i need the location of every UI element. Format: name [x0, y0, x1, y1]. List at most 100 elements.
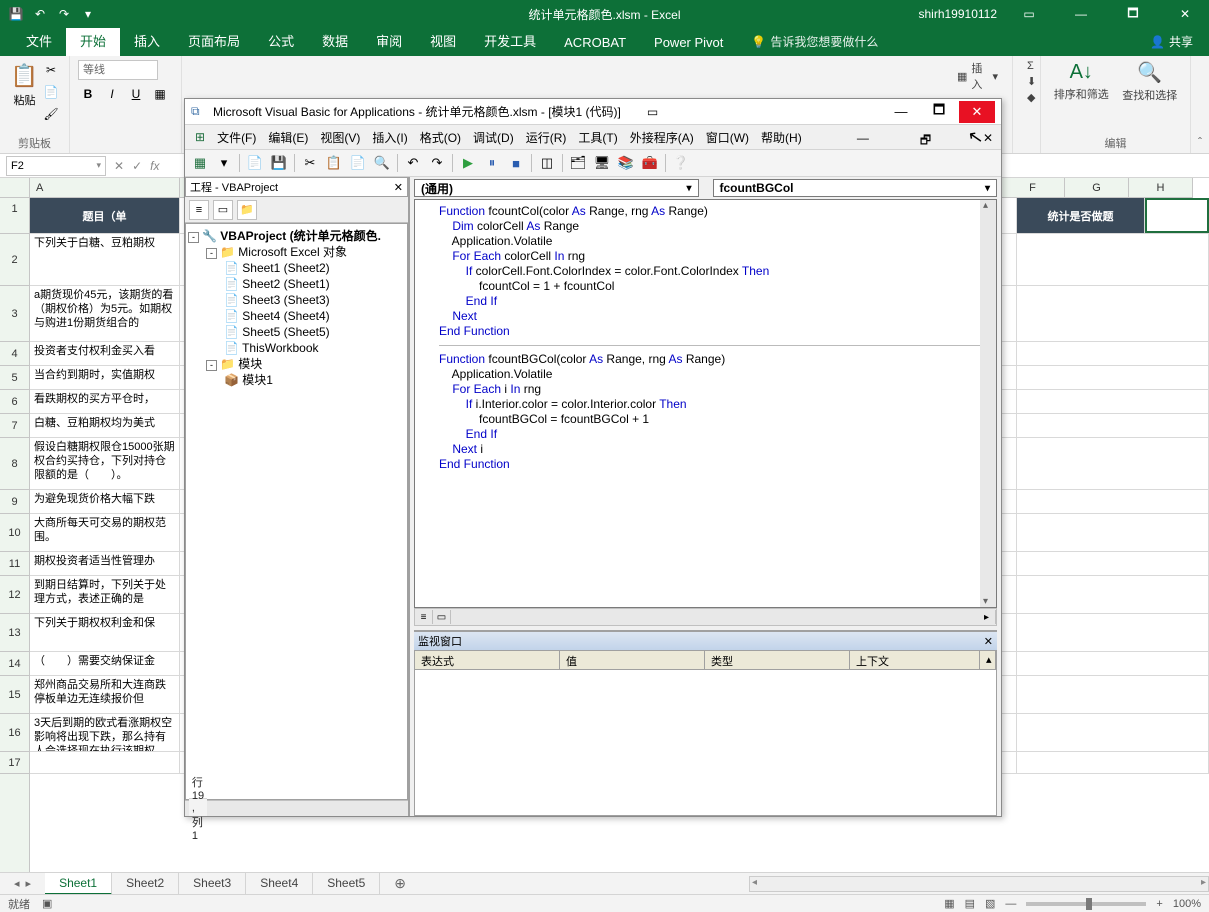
- maximize-icon[interactable]: 🗖: [1113, 0, 1153, 28]
- copy-icon[interactable]: 📄: [41, 82, 61, 102]
- sheet-tab[interactable]: Sheet5: [313, 873, 380, 895]
- sheet-nav-last-icon[interactable]: ▸: [26, 877, 32, 890]
- tab-insert[interactable]: 插入: [120, 25, 174, 56]
- vbe-mdi-icon[interactable]: ▭: [647, 105, 658, 119]
- collapse-ribbon-icon[interactable]: ˆ: [1198, 135, 1202, 149]
- tab-review[interactable]: 审阅: [362, 25, 416, 56]
- design-mode-icon[interactable]: ◫: [538, 154, 556, 172]
- watch-close-icon[interactable]: ✕: [984, 635, 993, 648]
- save-icon[interactable]: 💾: [270, 154, 288, 172]
- sheet-tab[interactable]: Sheet3: [179, 873, 246, 895]
- menu-file[interactable]: 文件(F): [213, 127, 260, 148]
- macro-record-icon[interactable]: ▣: [42, 897, 52, 910]
- sheet-nav-first-icon[interactable]: ◂: [14, 877, 20, 890]
- zoom-level[interactable]: 100%: [1173, 898, 1201, 910]
- select-all-corner[interactable]: [0, 178, 30, 197]
- name-box[interactable]: F2: [6, 156, 106, 176]
- mdi-max-icon[interactable]: 🗗: [916, 129, 932, 145]
- sort-filter-button[interactable]: A↓排序和筛选: [1049, 60, 1114, 103]
- share-button[interactable]: 👤 共享: [1134, 33, 1209, 56]
- copy-icon[interactable]: 📋: [325, 154, 343, 172]
- menu-insert[interactable]: 插入(I): [368, 127, 411, 148]
- data-cell[interactable]: 假设白糖期权限仓15000张期权合约买持仓，下列对持仓限额的是（ ）。: [30, 438, 180, 489]
- data-cell[interactable]: 当合约到期时，实值期权: [30, 366, 180, 389]
- data-cell[interactable]: 下列关于期权权利金和保: [30, 614, 180, 651]
- undo-icon[interactable]: ↶: [32, 6, 48, 22]
- insert-module-icon[interactable]: 📄: [246, 154, 264, 172]
- tab-powerpivot[interactable]: Power Pivot: [640, 29, 737, 56]
- mdi-close-icon[interactable]: ✕: [979, 129, 995, 145]
- tab-home[interactable]: 开始: [66, 25, 120, 56]
- col-f[interactable]: F: [1001, 178, 1065, 197]
- view-normal-icon[interactable]: ▦: [944, 897, 954, 910]
- data-cell[interactable]: a期货现价45元，该期货的看（期权价格）为5元。如期权与购进1份期货组合的: [30, 286, 180, 341]
- object-dropdown[interactable]: (通用): [414, 179, 699, 197]
- data-cell[interactable]: 郑州商品交易所和大连商跌停板单边无连续报价但: [30, 676, 180, 713]
- ribbon-display-icon[interactable]: ▭: [1009, 0, 1049, 28]
- font-name[interactable]: 等线: [78, 60, 158, 80]
- cut-icon[interactable]: ✂: [301, 154, 319, 172]
- sheet-tab[interactable]: Sheet2: [112, 873, 179, 895]
- save-icon[interactable]: 💾: [8, 6, 24, 22]
- sheet-tab[interactable]: Sheet4: [246, 873, 313, 895]
- cut-icon[interactable]: ✂: [41, 60, 61, 80]
- qat-dropdown-icon[interactable]: ▾: [80, 6, 96, 22]
- tab-formula[interactable]: 公式: [254, 25, 308, 56]
- toggle-folders-icon[interactable]: 📁: [237, 200, 257, 220]
- tab-dev[interactable]: 开发工具: [470, 25, 550, 56]
- header-cell[interactable]: 统计是否做题: [1017, 198, 1145, 233]
- object-browser-icon[interactable]: 📚: [617, 154, 635, 172]
- bold-button[interactable]: B: [78, 84, 98, 104]
- tab-layout[interactable]: 页面布局: [174, 25, 254, 56]
- paste-button[interactable]: 📋 粘贴: [8, 60, 41, 124]
- close-icon[interactable]: ✕: [1165, 0, 1205, 28]
- insert-cells[interactable]: ▦ 插入 ▾: [957, 60, 998, 92]
- break-icon[interactable]: ⏸: [483, 154, 501, 172]
- procedure-dropdown[interactable]: fcountBGCol: [713, 179, 998, 197]
- data-cell[interactable]: 大商所每天可交易的期权范围。: [30, 514, 180, 551]
- project-explorer-icon[interactable]: 🗂: [569, 154, 587, 172]
- find-select-button[interactable]: 🔍查找和选择: [1118, 60, 1183, 103]
- horizontal-scrollbar[interactable]: [749, 876, 1209, 892]
- header-cell[interactable]: 题目（单: [30, 198, 180, 233]
- view-pagebreak-icon[interactable]: ▧: [985, 897, 995, 910]
- data-cell[interactable]: 下列关于白糖、豆粕期权: [30, 234, 180, 285]
- cancel-formula-icon[interactable]: ✕: [114, 159, 124, 173]
- help-icon[interactable]: ❔: [672, 154, 690, 172]
- data-cell[interactable]: 白糖、豆粕期权均为美式: [30, 414, 180, 437]
- code-view-switcher[interactable]: ≡▭▸: [414, 608, 997, 626]
- tab-data[interactable]: 数据: [308, 25, 362, 56]
- view-object-icon[interactable]: ▭: [213, 200, 233, 220]
- menu-view[interactable]: 视图(V): [316, 127, 364, 148]
- data-cell[interactable]: [30, 752, 180, 773]
- code-editor[interactable]: Function fcountCol(color As Range, rng A…: [414, 199, 997, 608]
- reset-icon[interactable]: ■: [507, 154, 525, 172]
- redo-icon[interactable]: ↷: [56, 6, 72, 22]
- add-sheet-button[interactable]: ⊕: [380, 875, 420, 892]
- toolbox-icon[interactable]: 🧰: [641, 154, 659, 172]
- format-painter-icon[interactable]: 🖌: [41, 104, 61, 124]
- code-vscrollbar[interactable]: [980, 200, 996, 607]
- find-icon[interactable]: 🔍: [373, 154, 391, 172]
- paste-icon[interactable]: 📄: [349, 154, 367, 172]
- data-cell[interactable]: 3天后到期的欧式看涨期权空影响将出现下跌，那么持有人会选择现在执行该期权。: [30, 714, 180, 751]
- tab-view[interactable]: 视图: [416, 25, 470, 56]
- data-cell[interactable]: 为避免现货价格大幅下跌: [30, 490, 180, 513]
- italic-button[interactable]: I: [102, 84, 122, 104]
- col-h[interactable]: H: [1129, 178, 1193, 197]
- mdi-restore-icon[interactable]: —: [853, 129, 869, 145]
- properties-icon[interactable]: 🖥: [593, 154, 611, 172]
- user-name[interactable]: shirh19910112: [918, 7, 997, 21]
- menu-addins[interactable]: 外接程序(A): [626, 127, 698, 148]
- tab-file[interactable]: 文件: [12, 25, 66, 56]
- watch-col-value[interactable]: 值: [560, 651, 705, 669]
- vbe-maximize-icon[interactable]: 🗖: [921, 101, 957, 123]
- run-icon[interactable]: ▶: [459, 154, 477, 172]
- watch-body[interactable]: [414, 670, 997, 816]
- col-g[interactable]: G: [1065, 178, 1129, 197]
- watch-scroll-up-icon[interactable]: ▴: [980, 651, 996, 669]
- watch-col-context[interactable]: 上下文: [850, 651, 980, 669]
- menu-window[interactable]: 窗口(W): [702, 127, 753, 148]
- data-cell[interactable]: 投资者支付权利金买入看: [30, 342, 180, 365]
- view-excel-icon[interactable]: ▦: [191, 154, 209, 172]
